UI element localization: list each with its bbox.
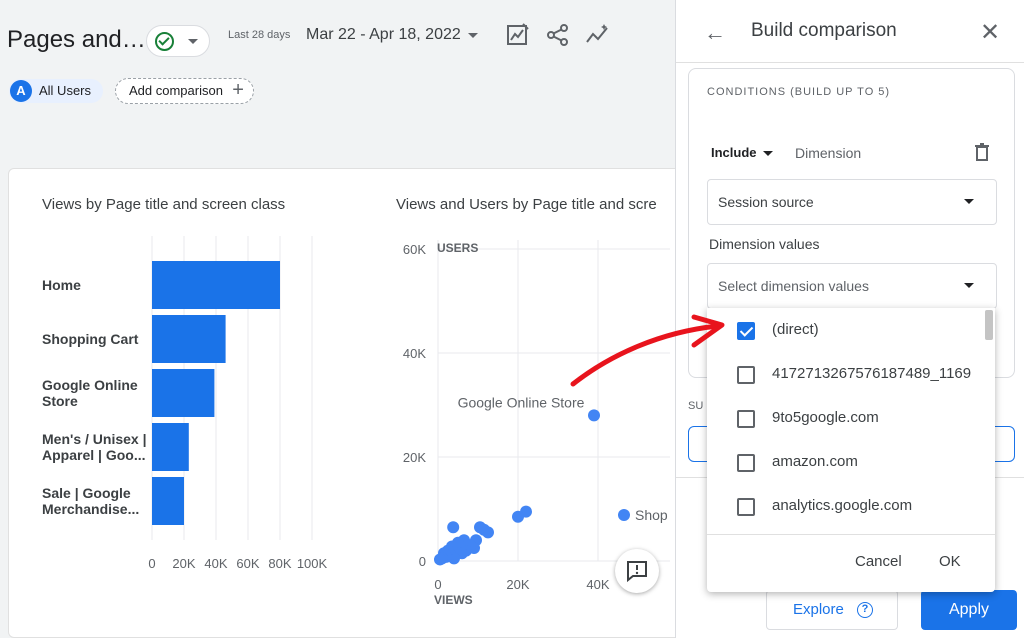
annotation-arrow-line bbox=[570, 323, 721, 387]
annotation-arrow bbox=[570, 314, 725, 387]
